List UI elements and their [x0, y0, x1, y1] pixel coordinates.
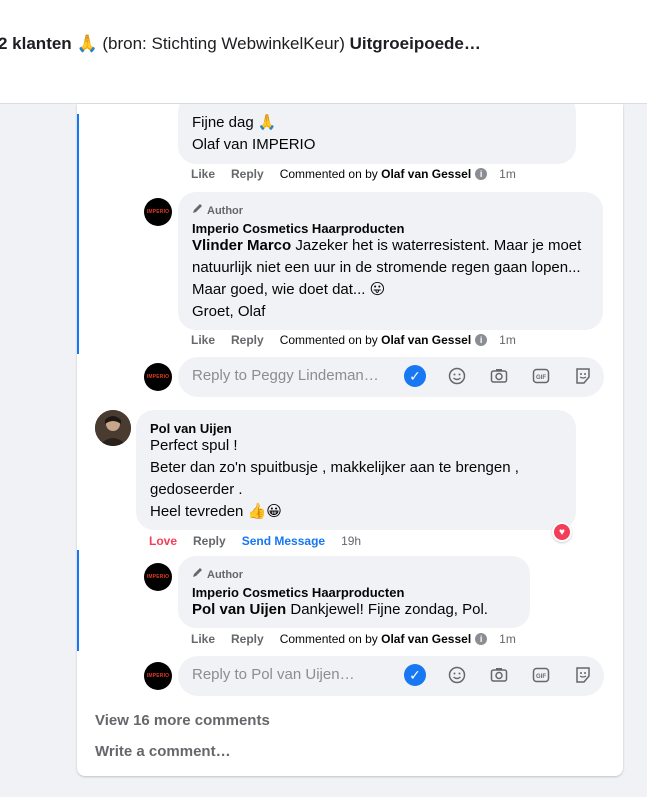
- view-more-comments-link[interactable]: View 16 more comments: [95, 712, 270, 729]
- commented-by: Commented on by Olaf van Gessel: [280, 333, 471, 347]
- thread-line: [77, 550, 79, 651]
- avatar-logo: IMPERIO: [146, 209, 170, 215]
- reply-placeholder: Reply to Peggy Lindeman…: [192, 367, 379, 384]
- reply-input[interactable]: Reply to Peggy Lindeman… ✓ GIF: [178, 357, 604, 397]
- comment-line: Olaf van IMPERIO: [192, 136, 316, 153]
- avatar-logo: IMPERIO: [146, 574, 170, 580]
- avatar[interactable]: IMPERIO: [144, 563, 172, 591]
- info-icon[interactable]: i: [475, 168, 488, 180]
- commented-by-label: Commented on by: [279, 632, 378, 646]
- gif-icon[interactable]: GIF: [530, 664, 552, 686]
- mention-tag[interactable]: Vlinder Marco: [192, 237, 291, 254]
- sticker-icon[interactable]: [572, 664, 594, 686]
- emoji-icon[interactable]: [446, 365, 468, 387]
- reply-button[interactable]: Reply: [193, 534, 226, 548]
- comment-actions: Like Reply Commented on by Olaf van Gess…: [191, 333, 516, 347]
- write-comment-link[interactable]: Write a comment…: [95, 743, 231, 760]
- heart-icon: ♥: [554, 524, 570, 540]
- comment-actions: Love Reply Send Message 19h: [149, 534, 377, 548]
- svg-text:GIF: GIF: [536, 674, 546, 680]
- comment-text: Pol van Uijen Dankjewel! Fijne zondag, P…: [192, 599, 488, 621]
- info-icon[interactable]: i: [475, 334, 488, 346]
- reply-button[interactable]: Reply: [231, 167, 264, 181]
- reply-placeholder: Reply to Pol van Uijen…: [192, 666, 355, 683]
- comment-bubble: Author Imperio Cosmetics Haarproducten V…: [178, 192, 603, 330]
- svg-text:GIF: GIF: [536, 375, 546, 381]
- check-icon[interactable]: ✓: [404, 365, 426, 387]
- reply-button[interactable]: Reply: [231, 333, 264, 347]
- comment-body: Dankjewel! Fijne zondag, Pol.: [286, 601, 488, 618]
- comment-bubble: Author Imperio Cosmetics Haarproducten P…: [178, 556, 530, 628]
- comment-time[interactable]: 1m: [499, 333, 516, 347]
- commented-by: Commented on by Olaf van Gessel: [280, 167, 471, 181]
- reply-tools: ✓ GIF: [404, 664, 594, 686]
- comment-bubble: Fijne dag 🙏 Olaf van IMPERIO: [178, 104, 576, 164]
- comment-line: Fijne dag 🙏: [192, 114, 277, 131]
- commenter-name[interactable]: Olaf van Gessel: [381, 167, 471, 181]
- love-reaction-badge[interactable]: ♥: [552, 522, 572, 542]
- like-button[interactable]: Like: [191, 632, 215, 646]
- camera-icon[interactable]: [488, 664, 510, 686]
- love-button[interactable]: Love: [149, 534, 177, 548]
- avatar[interactable]: IMPERIO: [144, 198, 172, 226]
- comment-text: Fijne dag 🙏 Olaf van IMPERIO: [192, 112, 315, 156]
- pray-emoji-icon: 🙏: [76, 34, 98, 53]
- emoji-icon[interactable]: [446, 664, 468, 686]
- comment-time[interactable]: 19h: [341, 534, 361, 548]
- comment-time[interactable]: 1m: [499, 167, 516, 181]
- commented-by-label: Commented on by: [279, 167, 378, 181]
- post-header: 2 klanten 🙏 (bron: Stichting WebwinkelKe…: [0, 0, 647, 104]
- sticker-icon[interactable]: [572, 365, 594, 387]
- like-button[interactable]: Like: [191, 167, 215, 181]
- check-icon[interactable]: ✓: [404, 664, 426, 686]
- title-part-3[interactable]: Uitgroeipoede…: [350, 34, 481, 53]
- avatar[interactable]: [95, 410, 131, 446]
- comments-card: Fijne dag 🙏 Olaf van IMPERIO Like Reply …: [77, 104, 623, 776]
- send-message-button[interactable]: Send Message: [242, 534, 325, 548]
- avatar-logo: IMPERIO: [146, 673, 170, 679]
- post-title-line: 2 klanten 🙏 (bron: Stichting WebwinkelKe…: [0, 34, 481, 54]
- comment-body: Perfect spul ! Beter dan zo'n spuitbusje…: [150, 437, 519, 520]
- commenter-name[interactable]: Olaf van Gessel: [381, 632, 471, 646]
- reply-tools: ✓ GIF: [404, 365, 594, 387]
- comment-actions: Like Reply Commented on by Olaf van Gess…: [191, 632, 516, 646]
- comment-actions: Like Reply Commented on by Olaf van Gess…: [191, 167, 516, 181]
- commenter-name[interactable]: Olaf van Gessel: [381, 333, 471, 347]
- commented-by: Commented on by Olaf van Gessel: [280, 632, 471, 646]
- commented-by-label: Commented on by: [279, 333, 378, 347]
- reply-button[interactable]: Reply: [231, 632, 264, 646]
- reply-input[interactable]: Reply to Pol van Uijen… ✓ GIF: [178, 656, 604, 696]
- camera-icon[interactable]: [488, 365, 510, 387]
- like-button[interactable]: Like: [191, 333, 215, 347]
- comment-bubble: Pol van Uijen Perfect spul ! Beter dan z…: [136, 410, 576, 530]
- comment-time[interactable]: 1m: [499, 632, 516, 646]
- gif-icon[interactable]: GIF: [530, 365, 552, 387]
- avatar: IMPERIO: [144, 662, 172, 690]
- title-part-1: 2 klanten: [0, 34, 72, 53]
- avatar: IMPERIO: [144, 363, 172, 391]
- info-icon[interactable]: i: [475, 633, 488, 645]
- thread-line: [77, 114, 79, 354]
- title-part-2: (bron: Stichting WebwinkelKeur): [102, 34, 345, 53]
- mention-tag[interactable]: Pol van Uijen: [192, 601, 286, 618]
- avatar-logo: IMPERIO: [146, 374, 170, 380]
- comment-text: Vlinder Marco Jazeker het is waterresist…: [192, 235, 582, 323]
